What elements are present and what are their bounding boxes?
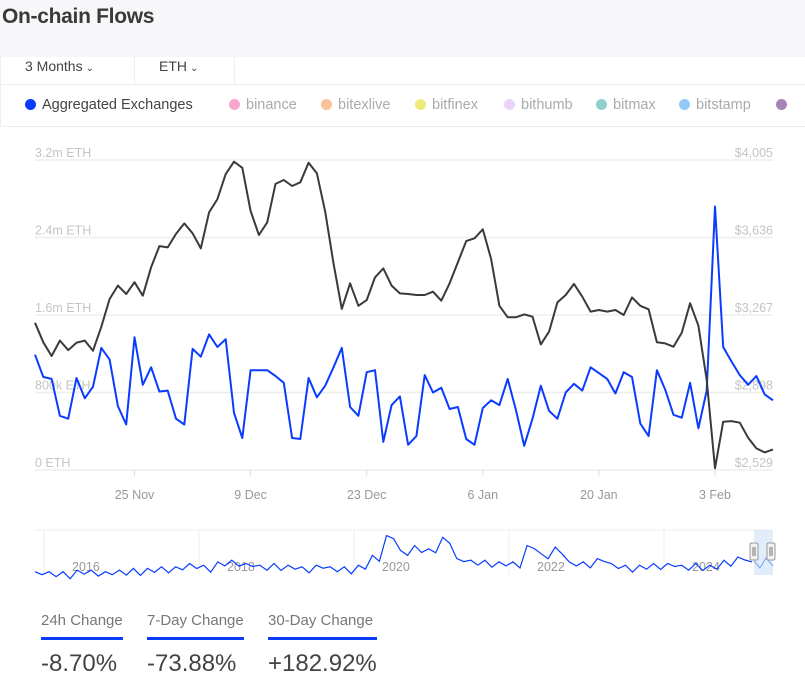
navigator-year-label: 2022 [537, 560, 565, 574]
x-axis-label: 6 Jan [467, 488, 498, 502]
right-axis-label: $2,898 [735, 379, 773, 393]
stat-value: -73.88% [147, 650, 237, 677]
right-axis-label: $4,005 [735, 146, 773, 160]
left-axis-label: 0 ETH [35, 456, 70, 470]
exchange-flow-line [34, 205, 774, 447]
navigator-year-label: 2020 [382, 560, 410, 574]
left-axis-label: 2.4m ETH [35, 224, 91, 238]
stat-30d[interactable]: 30-Day Change +182.92% [268, 612, 377, 678]
x-axis-label: 3 Feb [699, 488, 731, 502]
navigator-year-label: 2024 [692, 560, 720, 574]
navigator-year-label: 2018 [227, 560, 255, 574]
stat-7d[interactable]: 7-Day Change -73.88% [147, 612, 244, 678]
x-axis-label: 20 Jan [580, 488, 618, 502]
stat-value: +182.92% [268, 650, 377, 677]
navigator-handle[interactable] [766, 542, 776, 561]
stat-label: 24h Change [41, 612, 123, 640]
left-axis-label: 3.2m ETH [35, 146, 91, 160]
stat-24h[interactable]: 24h Change -8.70% [41, 612, 123, 678]
stat-label: 30-Day Change [268, 612, 377, 640]
flows-chart[interactable]: 0 ETH $2,529800k ETH $2,8981.6m ETH $3,2672… [0, 0, 805, 600]
x-axis-label: 25 Nov [115, 488, 155, 502]
x-axis-label: 9 Dec [234, 488, 267, 502]
right-axis-label: $3,636 [735, 224, 773, 238]
navigator-handle[interactable] [749, 542, 759, 561]
x-axis-label: 23 Dec [347, 488, 387, 502]
stat-label: 7-Day Change [147, 612, 244, 640]
left-axis-label: 1.6m ETH [35, 301, 91, 315]
right-axis-label: $2,529 [735, 456, 773, 470]
stat-value: -8.70% [41, 650, 118, 677]
right-axis-label: $3,267 [735, 301, 773, 315]
